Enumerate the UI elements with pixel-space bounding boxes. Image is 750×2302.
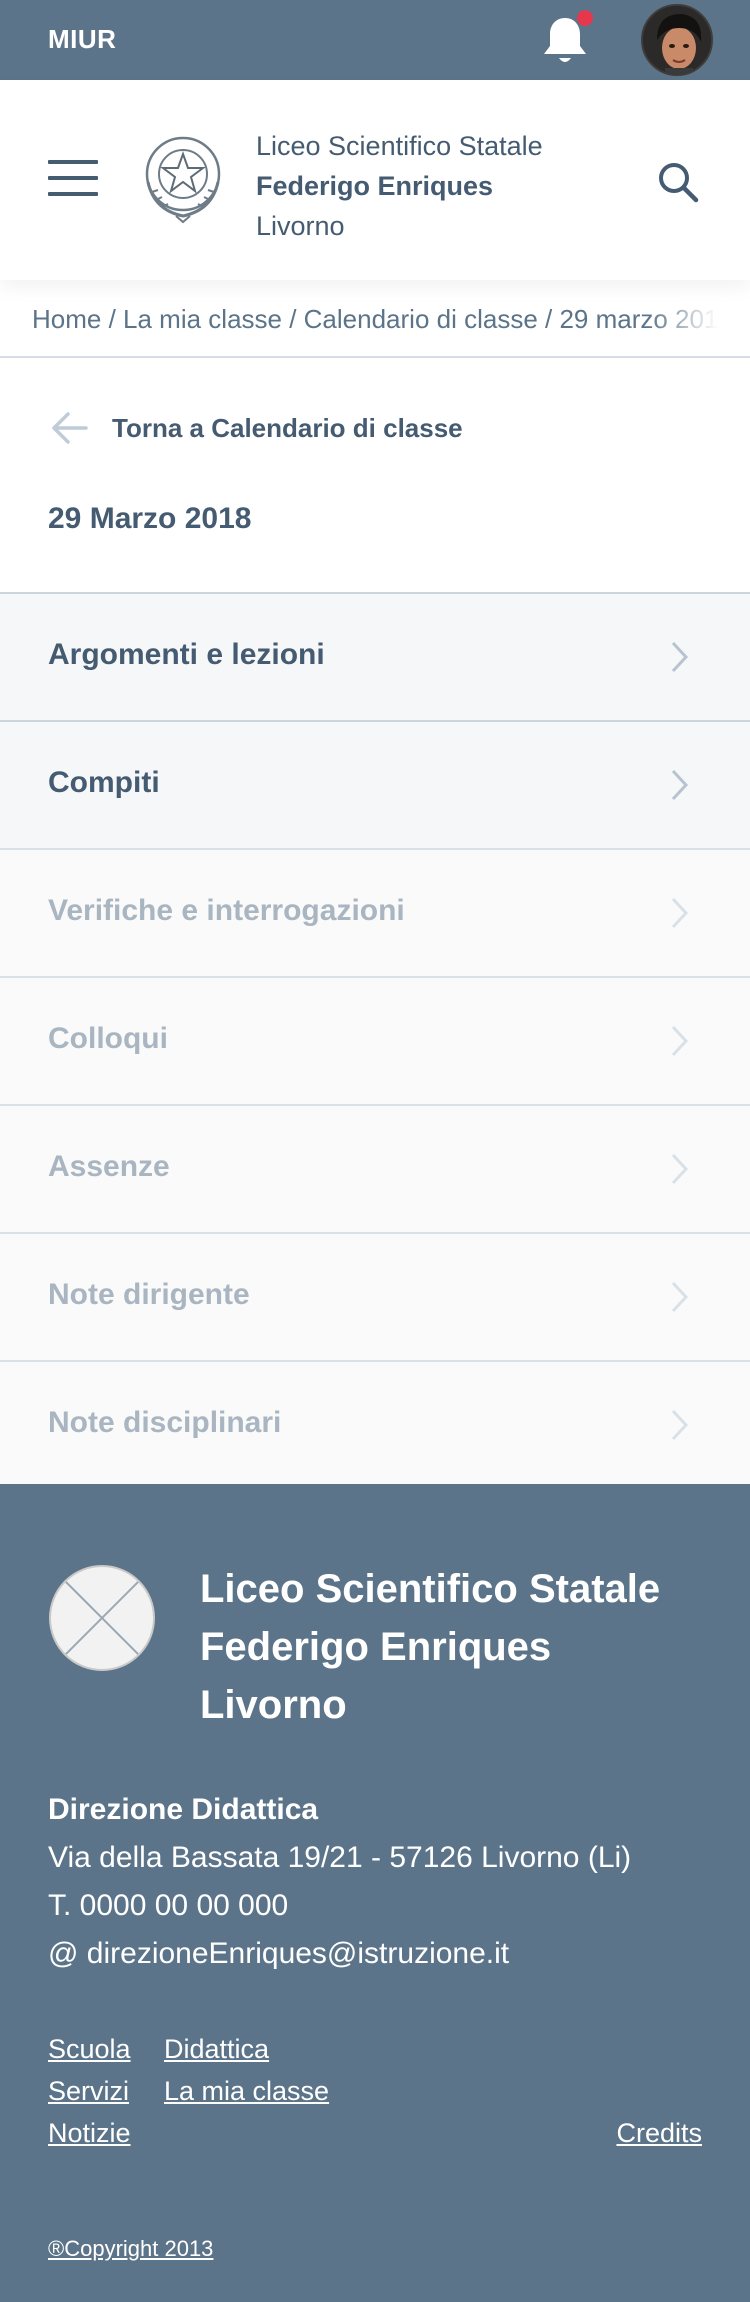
list-item-label: Assenze	[48, 1150, 170, 1183]
footer-school-line2: Federigo Enriques	[200, 1625, 552, 1669]
footer-link-notizie[interactable]: Notizie	[48, 2118, 131, 2149]
hamburger-icon[interactable]	[48, 160, 98, 196]
breadcrumb-trail[interactable]: Home / La mia classe / Calendario di cla…	[32, 304, 718, 340]
arrow-left-icon	[52, 412, 88, 444]
site-header: Liceo Scientifico Statale Federigo Enriq…	[0, 80, 750, 280]
footer-address: Via della Bassata 19/21 - 57126 Livorno …	[48, 1841, 632, 1874]
chevron-right-icon	[671, 897, 689, 929]
republic-emblem-icon	[140, 130, 226, 224]
footer-link-didattica[interactable]: Didattica	[164, 2034, 269, 2065]
footer-school-line1: Liceo Scientifico Statale	[200, 1567, 661, 1611]
list-item-label: Colloqui	[48, 1022, 168, 1055]
school-name-line1: Liceo Scientifico Statale	[256, 131, 543, 161]
school-name[interactable]: Liceo Scientifico Statale Federigo Enriq…	[256, 126, 543, 246]
breadcrumb: Home / La mia classe / Calendario di cla…	[0, 280, 750, 358]
footer-link-la-mia-classe[interactable]: La mia classe	[164, 2076, 329, 2107]
footer-link-credits[interactable]: Credits	[616, 2118, 702, 2149]
list-item-label: Verifiche e interrogazioni	[48, 894, 405, 927]
directorate-title: Direzione Didattica	[48, 1793, 319, 1826]
footer-school-line3: Livorno	[200, 1683, 347, 1727]
notification-badge	[575, 8, 595, 28]
school-name-line3: Livorno	[256, 211, 345, 241]
avatar[interactable]	[641, 4, 713, 76]
back-link[interactable]: Torna a Calendario di classe	[48, 408, 463, 448]
chevron-right-icon	[671, 769, 689, 801]
top-bar: MIUR	[0, 0, 750, 80]
chevron-right-icon	[671, 1409, 689, 1441]
list-item-colloqui[interactable]: Colloqui	[0, 976, 750, 1104]
search-icon[interactable]	[654, 158, 702, 206]
footer-link-servizi[interactable]: Servizi	[48, 2076, 129, 2107]
chevron-right-icon	[671, 1281, 689, 1313]
list-item-compiti[interactable]: Compiti	[0, 720, 750, 848]
footer-email[interactable]: @ direzioneEnriques@istruzione.it	[48, 1930, 631, 1978]
list-item-label: Argomenti e lezioni	[48, 638, 325, 671]
page-title: 29 Marzo 2018	[48, 502, 252, 535]
placeholder-logo-icon	[48, 1564, 156, 1672]
site-footer: Liceo Scientifico Statale Federigo Enriq…	[0, 1484, 750, 2302]
list-item-label: Note disciplinari	[48, 1406, 282, 1439]
footer-phone: T. 0000 00 00 000	[48, 1889, 289, 1922]
breadcrumb-fade	[648, 300, 718, 340]
section-list: Argomenti e lezioni Compiti Verifiche e …	[0, 592, 750, 1488]
footer-contacts: Direzione Didattica Via della Bassata 19…	[48, 1786, 631, 1978]
chevron-right-icon	[671, 1153, 689, 1185]
list-item-argomenti[interactable]: Argomenti e lezioni	[0, 592, 750, 720]
list-item-assenze[interactable]: Assenze	[0, 1104, 750, 1232]
list-item-label: Note dirigente	[48, 1278, 250, 1311]
footer-school-name: Liceo Scientifico Statale Federigo Enriq…	[200, 1560, 660, 1734]
list-item-verifiche[interactable]: Verifiche e interrogazioni	[0, 848, 750, 976]
miur-brand[interactable]: MIUR	[48, 24, 116, 55]
chevron-right-icon	[671, 641, 689, 673]
back-link-label: Torna a Calendario di classe	[112, 412, 463, 443]
school-name-line2: Federigo Enriques	[256, 171, 494, 201]
list-item-note-disciplinari[interactable]: Note disciplinari	[0, 1360, 750, 1488]
chevron-right-icon	[671, 1025, 689, 1057]
list-item-note-dirigente[interactable]: Note dirigente	[0, 1232, 750, 1360]
list-item-label: Compiti	[48, 766, 160, 799]
copyright-link[interactable]: ®Copyright 2013	[48, 2236, 213, 2262]
footer-link-scuola[interactable]: Scuola	[48, 2034, 131, 2065]
